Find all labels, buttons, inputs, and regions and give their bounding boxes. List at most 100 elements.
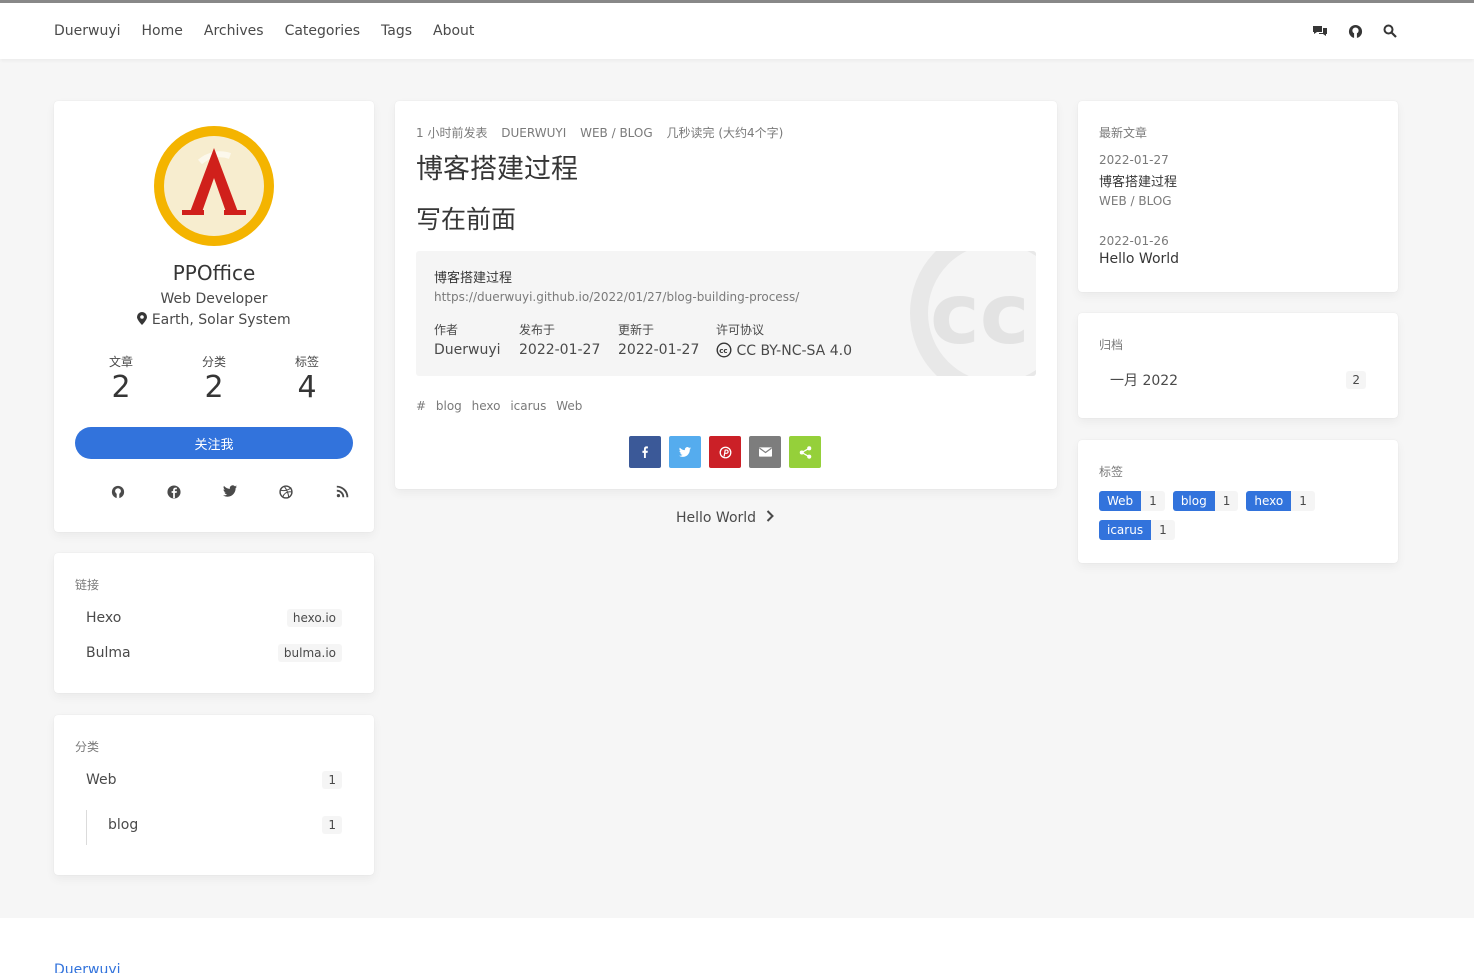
- stat-categories[interactable]: 分类 2: [174, 353, 254, 406]
- tag-link[interactable]: icarus: [510, 399, 546, 413]
- follow-button[interactable]: 关注我: [75, 427, 353, 459]
- tag-link[interactable]: blog: [436, 399, 462, 413]
- next-post-link[interactable]: Hello World: [676, 510, 774, 526]
- tag-link[interactable]: hexo: [472, 399, 501, 413]
- cc-watermark-text: cc: [930, 265, 1030, 363]
- pinterest-share-button[interactable]: [709, 436, 741, 468]
- tag-count: 1: [1291, 491, 1315, 511]
- link-bulma[interactable]: Bulma bulma.io: [86, 644, 342, 662]
- tag-web[interactable]: Web 1: [1099, 491, 1165, 511]
- archive-item[interactable]: 一月 2022 2: [1110, 370, 1366, 390]
- tag-link[interactable]: Web: [556, 399, 582, 413]
- twitter-share-button[interactable]: [669, 436, 701, 468]
- profile-name: PPOffice: [172, 261, 256, 285]
- nav-tags[interactable]: Tags: [381, 23, 412, 39]
- post-time: 1 小时前发表: [416, 126, 488, 140]
- nav-brand[interactable]: Duerwuyi: [54, 23, 121, 39]
- tag-name: Web: [1099, 491, 1142, 511]
- archive-month: 一月 2022: [1110, 373, 1179, 389]
- post-title-link[interactable]: Hello World: [1099, 251, 1179, 267]
- post-title-link[interactable]: 博客搭建过程: [1099, 171, 1177, 190]
- article-card: 1 小时前发表 DUERWUYI WEB / BLOG 几秒读完 (大约4个字)…: [395, 101, 1057, 489]
- article-tags: # blog hexo icarus Web: [416, 399, 582, 413]
- archive-count: 2: [1346, 371, 1366, 389]
- category-blog[interactable]: blog 1: [108, 816, 342, 834]
- share-buttons: [629, 436, 829, 468]
- avatar: [154, 126, 274, 246]
- stat-value: 2: [204, 370, 224, 405]
- tag-list: Web 1 blog 1 hexo 1 icarus 1: [1099, 490, 1379, 548]
- tag-icarus[interactable]: icarus 1: [1099, 520, 1175, 540]
- nav-about[interactable]: About: [433, 23, 474, 39]
- license-published: 发布于 2022-01-27: [519, 321, 600, 358]
- field-label: 作者: [434, 323, 459, 337]
- footer-brand[interactable]: Duerwuyi: [54, 962, 121, 973]
- field-value: Duerwuyi: [434, 342, 501, 358]
- field-value[interactable]: cc CC BY-NC-SA 4.0: [716, 342, 852, 359]
- stat-posts[interactable]: 文章 2: [81, 353, 161, 406]
- github-icon[interactable]: [90, 485, 146, 499]
- category-name: blog: [108, 817, 139, 833]
- svg-text:cc: cc: [719, 347, 727, 355]
- license-name: CC BY-NC-SA 4.0: [736, 343, 852, 359]
- profile-title: Web Developer: [160, 291, 268, 307]
- tag-name: icarus: [1099, 520, 1152, 540]
- post-category-link[interactable]: WEB / BLOG: [1099, 194, 1177, 208]
- article-title[interactable]: 博客搭建过程: [416, 147, 578, 186]
- post-date: 2022-01-26: [1099, 234, 1169, 248]
- nav-categories[interactable]: Categories: [285, 23, 360, 39]
- post-category[interactable]: WEB / BLOG: [580, 126, 653, 140]
- archives-card: 归档 一月 2022 2: [1078, 313, 1398, 418]
- tag-count: 1: [1141, 491, 1165, 511]
- article-meta: 1 小时前发表 DUERWUYI WEB / BLOG 几秒读完 (大约4个字): [416, 124, 793, 141]
- tags-label: 标签: [1099, 465, 1124, 479]
- subcategory-divider: [86, 810, 87, 845]
- category-web[interactable]: Web 1: [86, 771, 342, 789]
- tag-count: 1: [1151, 520, 1175, 540]
- recent-post: 2022-01-26 Hello World: [1099, 234, 1179, 267]
- license-box: cc 博客搭建过程 https://duerwuyi.github.io/202…: [416, 251, 1036, 376]
- category-count: 1: [322, 771, 342, 789]
- recent-label: 最新文章: [1099, 126, 1148, 140]
- facebook-icon[interactable]: [146, 485, 202, 499]
- links-label: 链接: [75, 578, 100, 592]
- post-date: 2022-01-27: [1099, 153, 1169, 167]
- field-label: 更新于: [618, 323, 655, 337]
- share-button[interactable]: [789, 436, 821, 468]
- stat-label: 分类: [201, 355, 226, 369]
- license-url[interactable]: https://duerwuyi.github.io/2022/01/27/bl…: [434, 290, 799, 304]
- tag-count: 1: [1214, 491, 1239, 511]
- nav-home[interactable]: Home: [142, 23, 183, 39]
- post-author[interactable]: DUERWUYI: [501, 126, 566, 140]
- stat-label: 标签: [294, 355, 319, 369]
- license-author: 作者 Duerwuyi: [434, 321, 501, 358]
- nav-archives[interactable]: Archives: [204, 23, 264, 39]
- email-share-button[interactable]: [749, 436, 781, 468]
- rss-icon[interactable]: [314, 485, 370, 499]
- links-card: 链接 Hexo hexo.io Bulma bulma.io: [54, 553, 374, 693]
- license-title: 博客搭建过程: [434, 271, 513, 286]
- article-heading: 写在前面: [416, 205, 517, 234]
- link-name: Bulma: [86, 645, 131, 661]
- search-icon[interactable]: [1376, 17, 1404, 45]
- field-label: 发布于: [519, 323, 556, 337]
- dribbble-icon[interactable]: [258, 485, 314, 499]
- tag-name: hexo: [1246, 491, 1292, 511]
- link-hexo[interactable]: Hexo hexo.io: [86, 609, 342, 627]
- tag-hexo[interactable]: hexo 1: [1246, 491, 1315, 511]
- nav-links: Duerwuyi Home Archives Categories Tags A…: [54, 3, 495, 59]
- map-marker-icon: [137, 312, 151, 328]
- stat-tags[interactable]: 标签 4: [267, 353, 347, 406]
- link-host: bulma.io: [277, 644, 342, 662]
- twitter-icon[interactable]: [202, 485, 258, 499]
- facebook-share-button[interactable]: [629, 436, 661, 468]
- footer: Duerwuyi: [0, 918, 1474, 973]
- tag-blog[interactable]: blog 1: [1172, 491, 1239, 511]
- navbar: Duerwuyi Home Archives Categories Tags A…: [0, 3, 1474, 59]
- stat-value: 2: [111, 370, 131, 405]
- field-value: 2022-01-27: [618, 342, 700, 358]
- comments-icon[interactable]: [1306, 17, 1334, 45]
- link-name: Hexo: [86, 610, 122, 626]
- github-icon[interactable]: [1341, 17, 1369, 45]
- nav-actions: [1306, 3, 1411, 59]
